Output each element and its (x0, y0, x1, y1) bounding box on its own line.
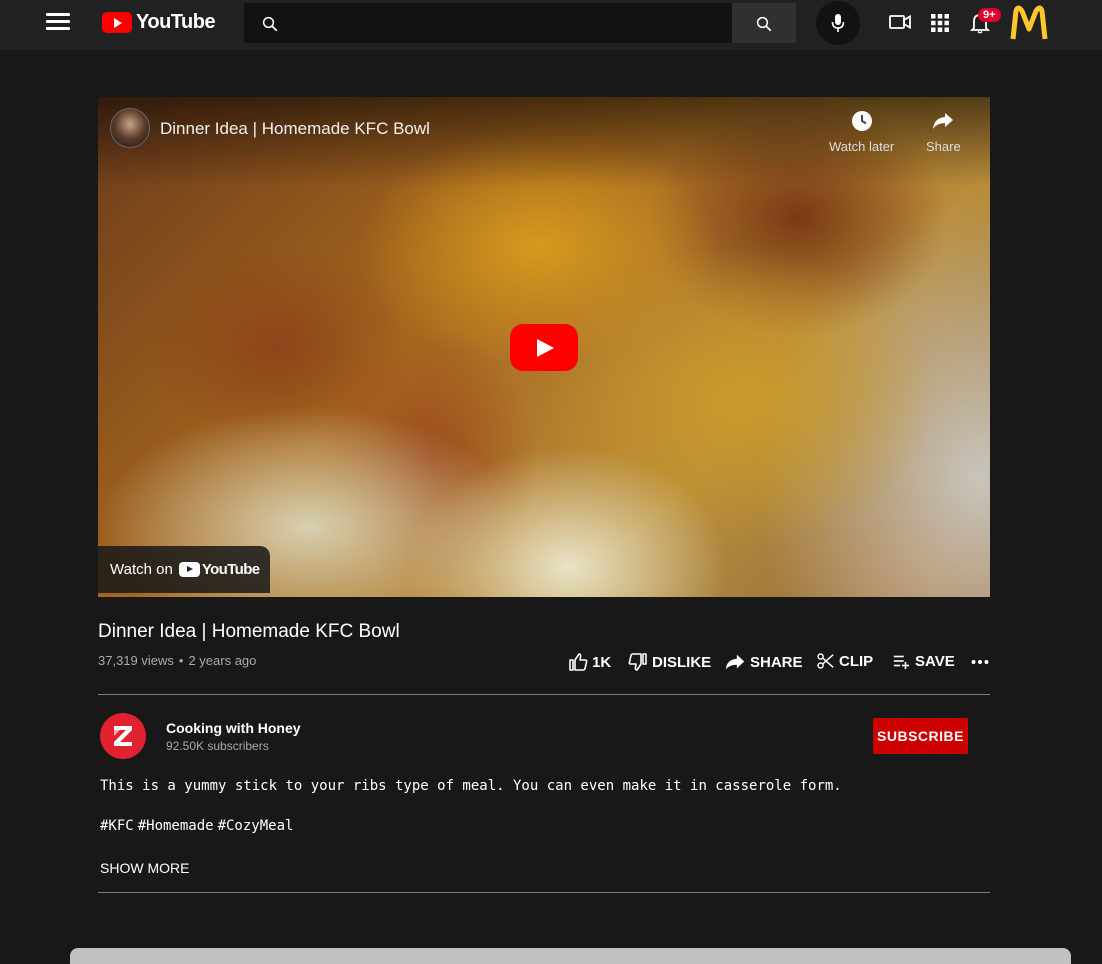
search-input[interactable] (290, 3, 720, 43)
channel-avatar[interactable] (100, 713, 146, 759)
search-icon (756, 16, 772, 32)
clip-button[interactable]: CLIP (817, 652, 873, 670)
more-options-icon[interactable] (971, 659, 989, 665)
playlist-add-icon (893, 655, 910, 670)
like-button[interactable]: 1K (568, 652, 611, 672)
channel-name[interactable]: Cooking with Honey (166, 720, 301, 736)
logo-text: YouTube (136, 10, 216, 33)
channel-logo-icon (114, 726, 132, 746)
description-text: This is a yummy stick to your ribs type … (100, 778, 842, 794)
clock-icon (851, 111, 872, 131)
apps-grid-icon[interactable] (931, 14, 949, 32)
hashtag-link[interactable]: #Homemade (138, 818, 214, 834)
youtube-play-icon (102, 11, 132, 33)
notification-badge: 9+ (978, 8, 1001, 22)
watch-on-youtube-button[interactable]: Watch on YouTube (98, 546, 270, 593)
divider (98, 892, 990, 893)
share-label: SHARE (750, 653, 803, 671)
view-count: 37,319 views (98, 653, 174, 668)
share-arrow-icon (933, 113, 954, 129)
upload-date: 2 years ago (188, 653, 257, 668)
microphone-icon (831, 14, 845, 32)
top-bar: YouTube 9+ (0, 0, 1102, 50)
share-arrow-icon (725, 654, 745, 670)
video-channel-avatar[interactable] (110, 108, 150, 148)
dislike-button[interactable]: DISLIKE (628, 652, 711, 672)
divider (98, 694, 990, 695)
scissors-icon (817, 653, 834, 669)
dislike-label: DISLIKE (652, 653, 712, 671)
horizontal-scrollbar[interactable] (70, 948, 1071, 964)
account-avatar-icon[interactable] (1010, 5, 1048, 41)
share-overlay-label: Share (926, 139, 961, 154)
hashtag-link[interactable]: #CozyMeal (218, 818, 294, 834)
meta-separator: • (178, 653, 184, 668)
menu-icon[interactable] (46, 13, 70, 33)
save-label: SAVE (915, 652, 955, 670)
voice-search-button[interactable] (816, 1, 860, 45)
watch-on-label: Watch on (110, 561, 173, 578)
description-tags: #KFC #Homemade #CozyMeal (100, 818, 297, 834)
youtube-mini-logo: YouTube (178, 561, 260, 578)
search-box (244, 3, 732, 43)
like-count: 1K (592, 653, 612, 671)
play-button[interactable] (510, 324, 578, 371)
clip-label: CLIP (839, 652, 874, 670)
youtube-play-icon (178, 562, 200, 577)
video-meta: 37,319 views • 2 years ago (98, 653, 256, 668)
create-video-icon[interactable] (889, 14, 911, 30)
youtube-logo[interactable]: YouTube (102, 10, 216, 33)
hashtag-link[interactable]: #KFC (100, 818, 134, 834)
mini-logo-text: YouTube (201, 561, 260, 578)
video-overlay-title[interactable]: Dinner Idea | Homemade KFC Bowl (160, 119, 430, 139)
watch-later-button[interactable]: Watch later (829, 109, 894, 154)
thumbs-up-icon (569, 653, 588, 671)
share-button[interactable]: SHARE (724, 652, 803, 672)
video-player[interactable]: Dinner Idea | Homemade KFC Bowl Watch la… (98, 97, 990, 597)
watch-later-label: Watch later (829, 139, 895, 154)
search-icon (262, 16, 278, 32)
search-button[interactable] (732, 3, 796, 43)
save-button[interactable]: SAVE (891, 652, 955, 670)
subscriber-count: 92.50K subscribers (166, 739, 269, 753)
thumbs-down-icon (628, 653, 647, 671)
share-overlay-button[interactable]: Share (926, 109, 961, 154)
show-more-button[interactable]: SHOW MORE (100, 860, 189, 876)
subscribe-button[interactable]: SUBSCRIBE (873, 718, 968, 754)
video-title: Dinner Idea | Homemade KFC Bowl (98, 621, 400, 642)
